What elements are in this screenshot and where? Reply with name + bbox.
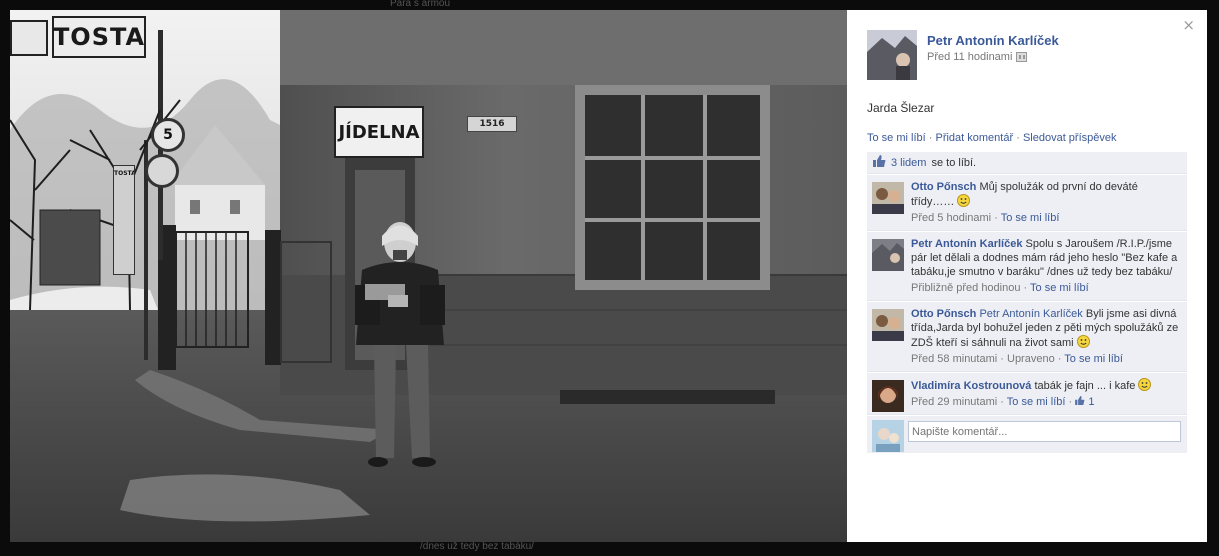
commenter-avatar[interactable] <box>872 309 904 341</box>
photo-sign-logo <box>10 20 48 56</box>
smiley-icon <box>957 194 971 207</box>
comment-meta: Přibližně před hodinou · To se mi líbí <box>911 282 1089 294</box>
comment-meta: Před 29 minutami · To se mi líbí · 1 <box>911 396 1095 408</box>
photo-round-sign <box>145 154 179 188</box>
photo-sidebar: × Petr Antonín Karlíček Před 11 hodinami… <box>847 10 1207 542</box>
owner-avatar[interactable] <box>867 30 917 80</box>
current-user-avatar <box>872 420 904 452</box>
post-actions: To se mi líbí · Přidat komentář · Sledov… <box>867 132 1117 144</box>
backdrop-text-bottom: /dnes už tedy bez tabáku/ <box>420 541 534 552</box>
comment-meta: Před 58 minutami · Upraveno · To se mi l… <box>911 353 1123 365</box>
photo-viewer-image[interactable]: TOSTA JÍDELNA 1516 5 TOSTA <box>10 10 847 542</box>
comment-like-link[interactable]: To se mi líbí <box>1064 353 1123 365</box>
comment-meta: Před 5 hodinami · To se mi líbí <box>911 212 1060 224</box>
close-icon[interactable]: × <box>1182 16 1195 34</box>
photo-speed-sign: 5 <box>151 118 185 152</box>
backdrop-text-top: Pára s armou <box>390 0 451 9</box>
comment-time[interactable]: Před 5 hodinami <box>911 212 991 224</box>
write-comment-row <box>867 415 1187 453</box>
comment-body: Otto Pőnsch Petr Antonín Karlíček Byli j… <box>911 307 1181 350</box>
owner-timestamp: Před 11 hodinami <box>927 51 1028 63</box>
action-separator: · <box>1016 132 1020 144</box>
add-comment-link[interactable]: Přidat komentář <box>935 132 1013 144</box>
comment-item: Otto Pőnsch Petr Antonín Karlíček Byli j… <box>867 301 1187 372</box>
photo-caption: Jarda Šlezar <box>867 101 935 115</box>
commenter-avatar[interactable] <box>872 239 904 271</box>
photo-sign-jidelna: JÍDELNA <box>334 106 424 158</box>
comment-text: tabák je fajn ... i kafe <box>1034 380 1136 392</box>
comment-like-link[interactable]: To se mi líbí <box>1007 396 1066 408</box>
comment-body: Otto Pőnsch Můj spolužák od první do dev… <box>911 180 1181 209</box>
likes-count-link[interactable]: 3 lidem <box>891 157 926 169</box>
photo-small-sign: TOSTA <box>113 165 135 275</box>
follow-post-link[interactable]: Sledovat příspěvek <box>1023 132 1117 144</box>
comment-body: Vladimíra Kostrounová tabák je fajn ... … <box>911 378 1181 393</box>
smiley-icon <box>1076 335 1090 348</box>
owner-name[interactable]: Petr Antonín Karlíček <box>927 33 1059 48</box>
thumbs-up-icon <box>1075 396 1085 408</box>
comment-item: Vladimíra Kostrounová tabák je fajn ... … <box>867 372 1187 415</box>
commenter-name[interactable]: Vladimíra Kostrounová <box>911 380 1031 392</box>
smiley-icon <box>1138 378 1152 391</box>
comment-body: Petr Antonín Karlíček Spolu s Jaroušem /… <box>911 237 1181 279</box>
comment-like-count[interactable]: 1 <box>1088 396 1094 408</box>
comment-like-link[interactable]: To se mi líbí <box>1001 212 1060 224</box>
comment-time[interactable]: Přibližně před hodinou <box>911 282 1020 294</box>
comment-like-link[interactable]: To se mi líbí <box>1030 282 1089 294</box>
thumbs-up-icon <box>873 155 886 170</box>
photo-house-number: 1516 <box>467 116 517 132</box>
comments-section: 3 lidem se to líbí. Otto Pőnsch Můj spol… <box>867 152 1187 453</box>
like-link[interactable]: To se mi líbí <box>867 132 926 144</box>
owner-time-text: Před 11 hodinami <box>927 51 1013 63</box>
commenter-name[interactable]: Otto Pőnsch <box>911 308 976 320</box>
privacy-friends-icon[interactable] <box>1016 52 1028 62</box>
action-separator: · <box>928 132 933 144</box>
comment-item: Otto Pőnsch Můj spolužák od první do dev… <box>867 174 1187 231</box>
comment-edited[interactable]: Upraveno <box>1007 353 1055 365</box>
comment-input[interactable] <box>908 421 1181 442</box>
likes-summary: 3 lidem se to líbí. <box>867 152 1187 174</box>
comment-mention[interactable]: Petr Antonín Karlíček <box>979 308 1082 320</box>
comment-time[interactable]: Před 58 minutami <box>911 353 997 365</box>
photo-sign-tosta: TOSTA <box>52 16 146 58</box>
commenter-avatar[interactable] <box>872 380 904 412</box>
comment-item: Petr Antonín Karlíček Spolu s Jaroušem /… <box>867 231 1187 301</box>
commenter-name[interactable]: Otto Pőnsch <box>911 181 976 193</box>
likes-suffix: se to líbí. <box>931 156 977 169</box>
comment-time[interactable]: Před 29 minutami <box>911 396 997 408</box>
commenter-name[interactable]: Petr Antonín Karlíček <box>911 238 1022 250</box>
commenter-avatar[interactable] <box>872 182 904 214</box>
